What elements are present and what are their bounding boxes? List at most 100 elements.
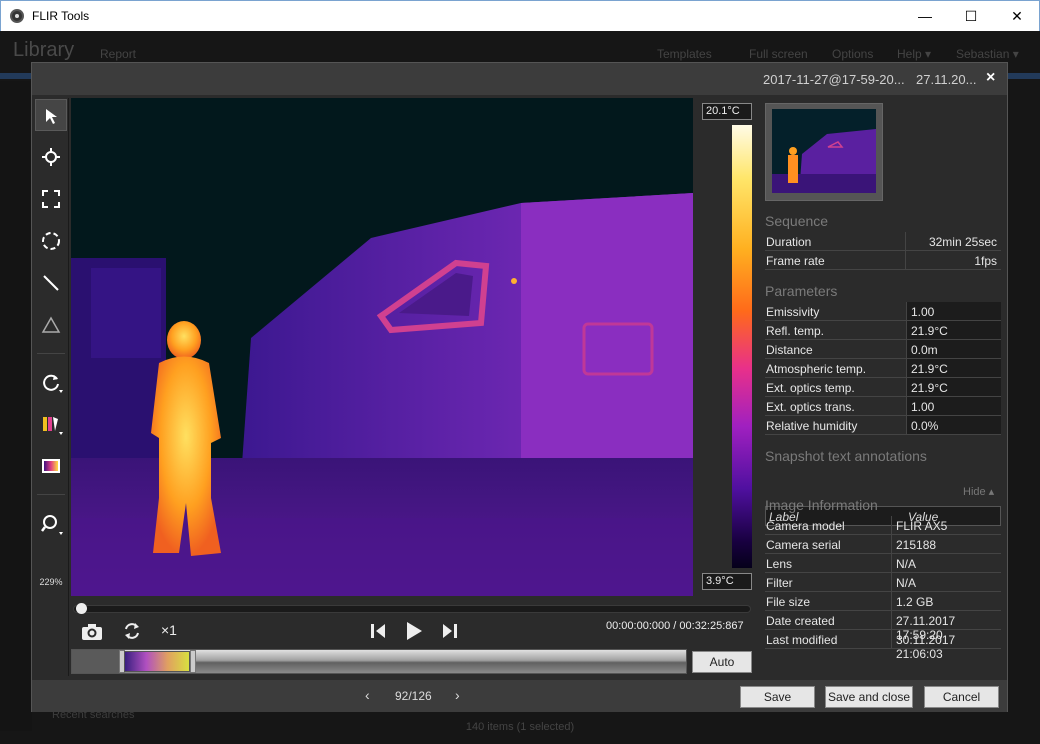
row-key: Ext. optics trans. <box>766 400 855 414</box>
row-key: File size <box>766 595 811 609</box>
save-and-close-button[interactable]: Save and close <box>825 686 913 708</box>
library-title: Library <box>13 39 75 61</box>
dialog-close-icon[interactable]: × <box>986 69 995 87</box>
row-value: FLIR AX5 <box>896 519 948 533</box>
nav-help[interactable]: Help ▾ <box>897 47 931 61</box>
color-scale-bar <box>732 125 752 568</box>
line-icon <box>43 275 59 291</box>
camera-icon[interactable] <box>81 623 103 641</box>
row-value[interactable]: 0.0% <box>911 419 938 433</box>
spot-tool[interactable] <box>35 141 67 173</box>
color-scale-tool[interactable] <box>35 450 67 482</box>
auto-scale-button[interactable]: Auto <box>692 651 752 673</box>
line-tool[interactable] <box>35 267 67 299</box>
row-key: Camera model <box>766 519 845 533</box>
play-icon[interactable] <box>405 621 423 641</box>
maximize-button[interactable]: ☐ <box>948 1 994 31</box>
cancel-button[interactable]: Cancel <box>924 686 999 708</box>
close-window-button[interactable]: ✕ <box>994 1 1040 31</box>
table-row: Duration 32min 25sec <box>765 232 1001 251</box>
circle-area-tool[interactable] <box>35 225 67 257</box>
column-divider <box>891 573 892 592</box>
dialog-date: 27.11.20... <box>916 72 977 87</box>
row-value: 215188 <box>896 538 937 552</box>
row-value: 32min 25sec <box>928 235 997 249</box>
row-value: 30.11.2017 21:06:03 <box>896 633 956 661</box>
minimize-button[interactable]: — <box>902 1 948 31</box>
scale-max-value[interactable]: 20.1°C <box>702 103 752 120</box>
image-viewer-dialog: 2017-11-27@17-59-20... 27.11.20... × 229… <box>31 62 1008 712</box>
thermal-image[interactable] <box>71 98 693 596</box>
previous-image-button[interactable]: ‹ <box>365 687 370 703</box>
row-key: Camera serial <box>766 538 841 552</box>
histogram-max-handle[interactable] <box>190 650 196 673</box>
row-key: Frame rate <box>766 254 825 268</box>
histogram-range[interactable] <box>124 651 190 672</box>
table-row[interactable]: Distance 0.0m <box>765 340 1001 359</box>
next-image-button[interactable]: › <box>455 687 460 703</box>
scale-min-value[interactable]: 3.9°C <box>702 573 752 590</box>
table-row[interactable]: Ext. optics trans. 1.00 <box>765 397 1001 416</box>
row-value[interactable]: 0.0m <box>911 343 938 357</box>
histogram-slider[interactable] <box>71 649 687 674</box>
column-divider <box>905 251 906 270</box>
step-forward-icon[interactable] <box>440 623 458 639</box>
table-row[interactable]: Ext. optics temp. 21.9°C <box>765 378 1001 397</box>
row-key: Refl. temp. <box>766 324 825 338</box>
row-key: Filter <box>766 576 793 590</box>
row-value[interactable]: 21.9°C <box>911 324 948 338</box>
hide-parameters-link[interactable]: Hide ▴ <box>963 485 994 498</box>
column-divider <box>891 592 892 611</box>
table-row: Last modified 30.11.2017 21:06:03 <box>765 630 1001 661</box>
nav-full-screen[interactable]: Full screen <box>749 47 808 61</box>
zoom-icon <box>41 515 63 535</box>
table-row: Camera serial 215188 <box>765 535 1001 554</box>
delta-tool[interactable] <box>35 309 67 341</box>
step-back-icon[interactable] <box>370 623 388 639</box>
image-counter: 92/126 <box>395 689 432 703</box>
dialog-filename: 2017-11-27@17-59-20... <box>763 72 905 87</box>
timeline-thumb[interactable] <box>76 603 87 614</box>
row-key: Atmospheric temp. <box>766 362 867 376</box>
table-row: Frame rate 1fps <box>765 251 1001 270</box>
box-area-tool[interactable] <box>35 183 67 215</box>
row-key: Lens <box>766 557 793 571</box>
toolbar-separator <box>37 353 65 354</box>
row-key: Distance <box>766 343 813 357</box>
row-key: Ext. optics temp. <box>766 381 855 395</box>
zoom-tool[interactable] <box>35 508 67 540</box>
select-pointer-tool[interactable] <box>35 99 67 131</box>
nav-options[interactable]: Options <box>832 47 873 61</box>
column-divider <box>891 630 892 649</box>
table-row[interactable]: Relative humidity 0.0% <box>765 416 1001 435</box>
table-row[interactable]: Atmospheric temp. 21.9°C <box>765 359 1001 378</box>
row-value[interactable]: 21.9°C <box>911 381 948 395</box>
library-status: 140 items (1 selected) <box>465 721 575 733</box>
save-button[interactable]: Save <box>740 686 815 708</box>
palette-tool[interactable] <box>35 408 67 440</box>
nav-templates[interactable]: Templates <box>657 47 712 61</box>
playback-speed[interactable]: ×1 <box>161 622 177 638</box>
column-divider <box>891 535 892 554</box>
playback-timeline[interactable] <box>73 603 751 614</box>
row-value[interactable]: 1.00 <box>911 305 934 319</box>
box-icon <box>42 190 60 208</box>
thermal-scene <box>71 98 693 596</box>
row-value[interactable]: 1.00 <box>911 400 934 414</box>
window-title: FLIR Tools <box>32 9 90 23</box>
row-value[interactable]: 21.9°C <box>911 362 948 376</box>
library-left-pane <box>0 81 32 731</box>
row-key: Last modified <box>766 633 838 647</box>
playback-time: 00:00:00:000 / 00:32:25:867 <box>606 620 744 632</box>
nav-user[interactable]: Sebastian ▾ <box>956 47 1019 61</box>
rotate-tool[interactable] <box>35 366 67 398</box>
table-row: File size 1.2 GB <box>765 592 1001 611</box>
table-row[interactable]: Refl. temp. 21.9°C <box>765 321 1001 340</box>
library-report-tab[interactable]: Report <box>100 47 136 61</box>
table-row[interactable]: Emissivity 1.00 <box>765 302 1001 321</box>
row-key: Emissivity <box>766 305 820 319</box>
palette-icon <box>43 417 63 435</box>
table-row: Filter N/A <box>765 573 1001 592</box>
loop-icon[interactable] <box>122 621 142 641</box>
sequence-thumbnail[interactable] <box>765 103 883 201</box>
